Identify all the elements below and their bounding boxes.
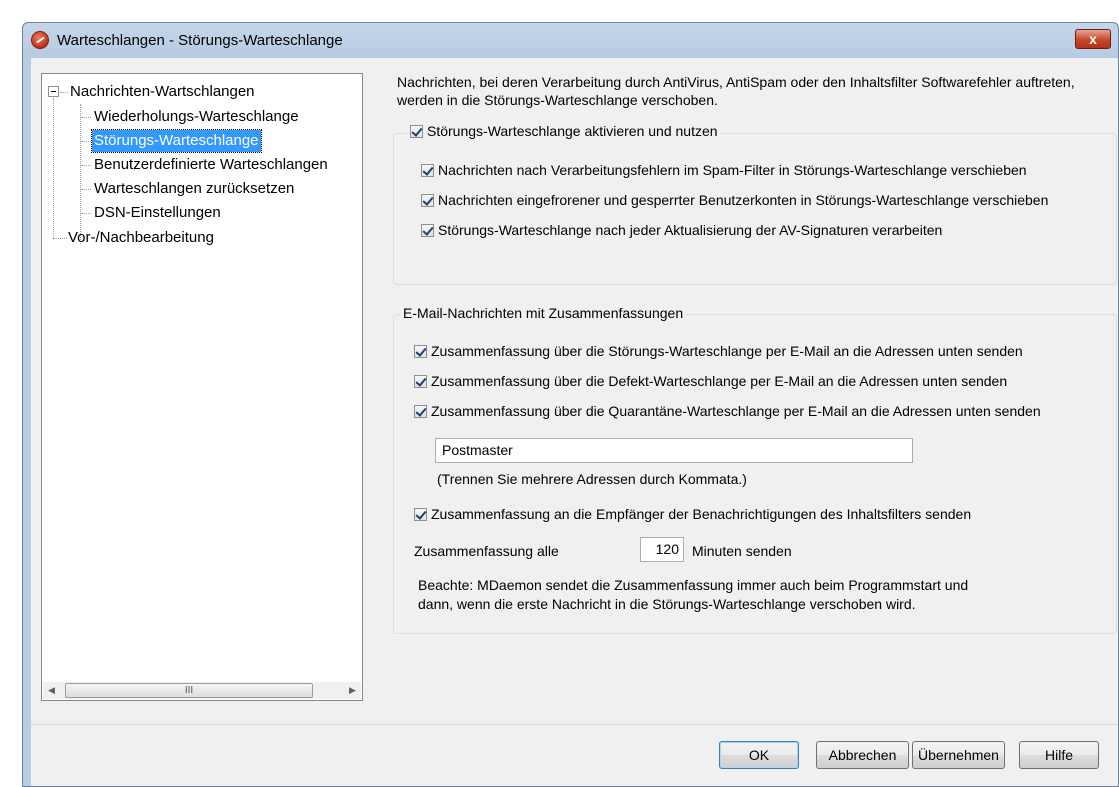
tree-connector bbox=[81, 213, 91, 214]
checkbox-checked-icon[interactable] bbox=[421, 224, 434, 237]
option-label: Nachrichten eingefrorener und gesperrter… bbox=[438, 192, 1049, 208]
tree-item-nachrichten-wartschlangen[interactable]: Nachrichten-Wartschlangen bbox=[68, 81, 257, 103]
scroll-left-icon[interactable]: ◀ bbox=[43, 682, 60, 699]
option-frozen-accounts[interactable]: Nachrichten eingefrorener und gesperrter… bbox=[421, 190, 1048, 210]
interval-prefix-label: Zusammenfassung alle bbox=[414, 543, 559, 559]
tree-connector bbox=[80, 104, 81, 244]
tree-item-benutzerdefinierte-warteschlangen[interactable]: Benutzerdefinierte Warteschlangen bbox=[92, 154, 330, 176]
option-spam-filter-errors[interactable]: Nachrichten nach Verarbeitungsfehlern im… bbox=[421, 160, 1027, 180]
tree-item-stoerungs-warteschlange[interactable]: Störungs-Warteschlange bbox=[91, 129, 262, 153]
checkbox-checked-icon[interactable] bbox=[414, 508, 427, 521]
scroll-thumb[interactable]: III bbox=[65, 683, 313, 698]
interval-suffix-label: Minuten senden bbox=[692, 543, 792, 559]
summary-emails-legend: E-Mail-Nachrichten mit Zusammenfassungen bbox=[400, 305, 687, 321]
mdaemon-app-icon bbox=[31, 31, 49, 49]
addresses-input[interactable]: Postmaster bbox=[435, 438, 913, 463]
navigation-tree[interactable]: Nachrichten-Wartschlangen Wiederholungs-… bbox=[41, 73, 363, 701]
title-bar: Warteschlangen - Störungs-Warteschlange … bbox=[23, 23, 1118, 58]
horizontal-scrollbar[interactable]: ◀ III ▶ bbox=[43, 682, 361, 699]
interval-minutes-input[interactable]: 120 bbox=[640, 537, 684, 562]
error-queue-groupbox: Störungs-Warteschlange aktivieren und nu… bbox=[393, 123, 1117, 285]
option-label: Zusammenfassung über die Störungs-Wartes… bbox=[431, 343, 1023, 359]
scroll-right-icon[interactable]: ▶ bbox=[344, 682, 361, 699]
note-line-2: dann, wenn die erste Nachricht in die St… bbox=[418, 596, 916, 612]
dialog-client-area: Nachrichten-Wartschlangen Wiederholungs-… bbox=[31, 58, 1118, 786]
option-content-filter-recipients[interactable]: Zusammenfassung an die Empfänger der Ben… bbox=[414, 504, 971, 524]
checkbox-checked-icon[interactable] bbox=[414, 405, 427, 418]
ok-button[interactable]: OK bbox=[719, 741, 799, 769]
tree-connector bbox=[53, 238, 67, 239]
option-label: Nachrichten nach Verarbeitungsfehlern im… bbox=[438, 162, 1027, 178]
option-summary-bad-queue[interactable]: Zusammenfassung über die Defekt-Wartesch… bbox=[414, 371, 1007, 391]
dialog-window: Warteschlangen - Störungs-Warteschlange … bbox=[22, 22, 1119, 787]
tree-connector bbox=[81, 165, 91, 166]
checkbox-checked-icon[interactable] bbox=[421, 164, 434, 177]
tree-item-wiederholungs-warteschlange[interactable]: Wiederholungs-Warteschlange bbox=[92, 106, 301, 128]
tree-item-vor-nachbearbeitung[interactable]: Vor-/Nachbearbeitung bbox=[66, 227, 216, 249]
option-label: Zusammenfassung über die Defekt-Wartesch… bbox=[431, 373, 1008, 389]
option-process-after-av-update[interactable]: Störungs-Warteschlange nach jeder Aktual… bbox=[421, 220, 942, 240]
option-label: Störungs-Warteschlange nach jeder Aktual… bbox=[438, 222, 943, 238]
window-title: Warteschlangen - Störungs-Warteschlange bbox=[57, 32, 343, 49]
checkbox-checked-icon[interactable] bbox=[414, 375, 427, 388]
enable-error-queue-label: Störungs-Warteschlange aktivieren und nu… bbox=[427, 123, 718, 139]
tree-connector bbox=[81, 117, 91, 118]
apply-button[interactable]: Übernehmen bbox=[912, 741, 1005, 769]
cancel-button[interactable]: Abbrechen bbox=[816, 741, 909, 769]
help-button[interactable]: Hilfe bbox=[1019, 741, 1099, 769]
tree-connector bbox=[53, 98, 54, 238]
button-separator bbox=[31, 724, 1118, 725]
checkbox-checked-icon[interactable] bbox=[410, 125, 423, 138]
intro-text: Nachrichten, bei deren Verarbeitung durc… bbox=[397, 74, 1075, 108]
tree-item-dsn-einstellungen[interactable]: DSN-Einstellungen bbox=[92, 202, 223, 224]
enable-error-queue-checkbox[interactable]: Störungs-Warteschlange aktivieren und nu… bbox=[407, 123, 721, 139]
checkbox-checked-icon[interactable] bbox=[414, 345, 427, 358]
option-label: Zusammenfassung an die Empfänger der Ben… bbox=[431, 506, 972, 522]
note-line-1: Beachte: MDaemon sendet die Zusammenfass… bbox=[418, 577, 969, 593]
close-button[interactable]: x bbox=[1075, 29, 1111, 49]
collapse-icon[interactable] bbox=[48, 86, 59, 97]
option-label: Zusammenfassung über die Quarantäne-Wart… bbox=[431, 403, 1041, 419]
tree-connector bbox=[60, 92, 68, 93]
tree-item-warteschlangen-zuruecksetzen[interactable]: Warteschlangen zurücksetzen bbox=[92, 178, 296, 200]
summary-emails-groupbox: E-Mail-Nachrichten mit Zusammenfassungen… bbox=[393, 305, 1117, 634]
option-summary-quarantine-queue[interactable]: Zusammenfassung über die Quarantäne-Wart… bbox=[414, 401, 1041, 421]
tree-connector bbox=[81, 189, 91, 190]
checkbox-checked-icon[interactable] bbox=[421, 194, 434, 207]
option-summary-error-queue[interactable]: Zusammenfassung über die Störungs-Wartes… bbox=[414, 341, 1023, 361]
addresses-hint: (Trennen Sie mehrere Adressen durch Komm… bbox=[437, 471, 747, 487]
tree-connector bbox=[81, 141, 91, 142]
